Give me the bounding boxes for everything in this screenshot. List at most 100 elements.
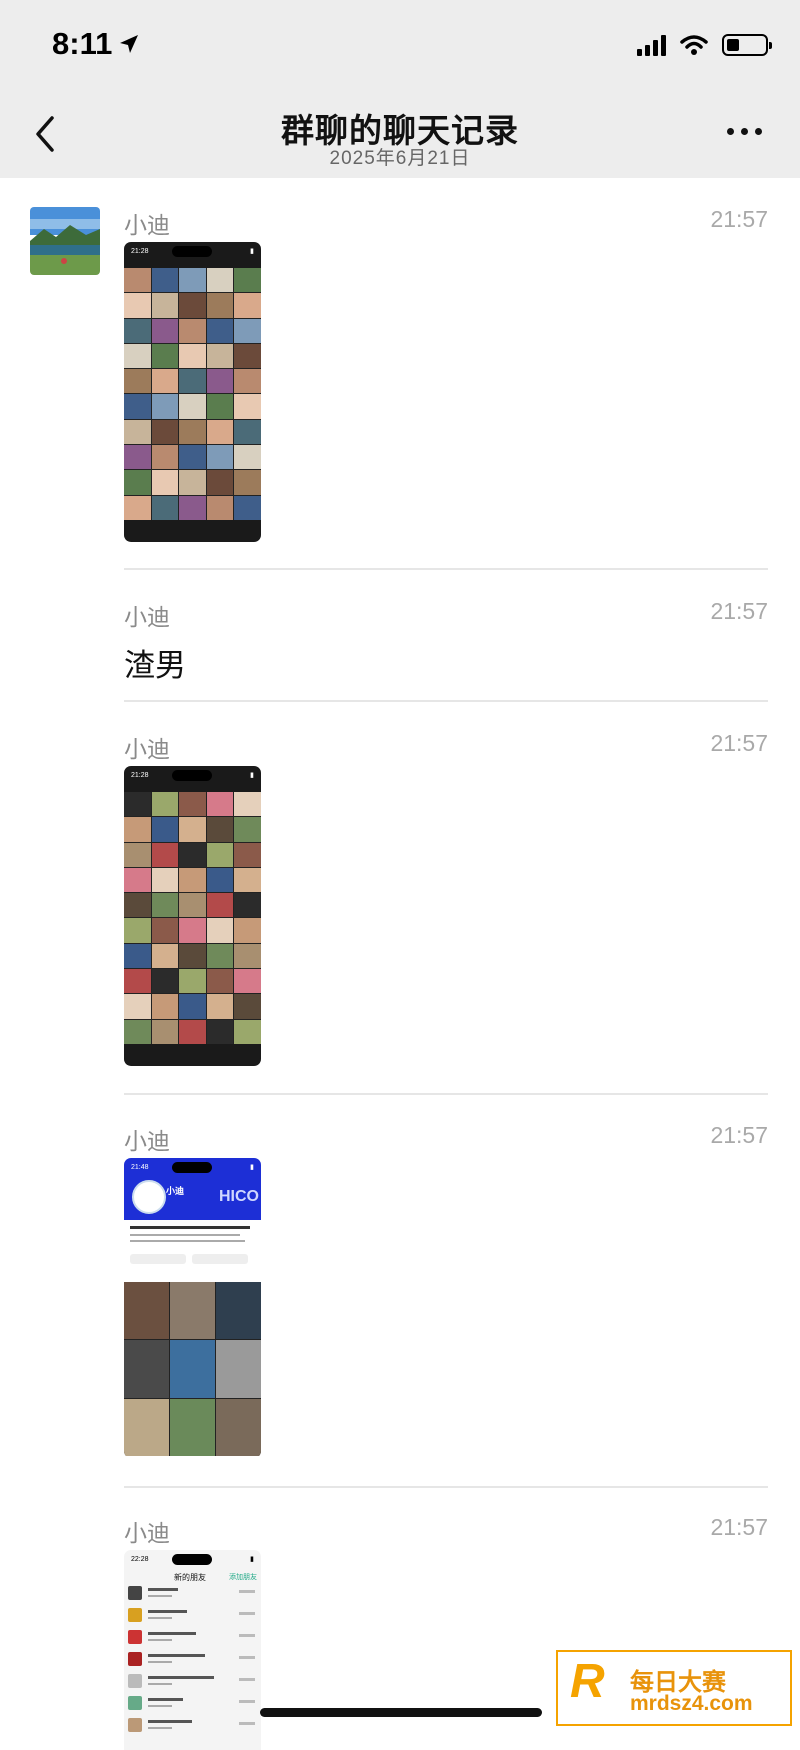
friend-status (239, 1700, 255, 1703)
status-time: 8:11 (52, 26, 140, 62)
message-time: 21:57 (710, 1514, 768, 1540)
photo-tile (179, 318, 206, 343)
more-options-button[interactable] (727, 128, 762, 135)
photo-tile (124, 918, 151, 943)
avatar[interactable] (30, 207, 100, 275)
photo-tile (206, 445, 234, 470)
friend-row (128, 1652, 257, 1670)
photo-tile (234, 1019, 261, 1044)
photo-tile (179, 969, 206, 994)
photo-tile (124, 419, 151, 445)
sender-name: 小迪 (124, 1128, 170, 1154)
photo-tile (151, 842, 179, 867)
divider (124, 568, 768, 570)
photo-tile (234, 943, 261, 969)
friend-row (128, 1630, 257, 1648)
photo-tile (206, 867, 234, 893)
photo-tile (124, 495, 151, 520)
photo-tile (206, 842, 234, 867)
watermark-url: mrdsz4.com (630, 1692, 753, 1715)
photo-tile (124, 470, 151, 495)
photo-tile (124, 1340, 169, 1398)
friend-status (239, 1678, 255, 1681)
photo-tile (234, 318, 261, 343)
photo-tile (151, 369, 179, 394)
thumb-time: 21:48 (131, 1163, 149, 1171)
thumb-time: 22:28 (131, 1555, 149, 1563)
photo-tile (179, 867, 206, 893)
photo-tile (206, 1019, 234, 1044)
photo-tile (124, 817, 151, 842)
photo-tile (151, 867, 179, 893)
friend-row (128, 1674, 257, 1692)
photo-tile (179, 394, 206, 419)
photo-tile (206, 318, 234, 343)
photo-tile (206, 470, 234, 495)
message-time: 21:57 (710, 1122, 768, 1148)
image-thumbnail[interactable]: 22:28 ▮ 新的朋友 添加朋友 (124, 1550, 261, 1750)
watermark-logo: R (570, 1655, 605, 1708)
profile-avatar (132, 1180, 166, 1214)
photo-tile (216, 1398, 261, 1456)
photo-tile (234, 343, 261, 369)
photo-tile (179, 495, 206, 520)
photo-tile (151, 792, 179, 817)
home-indicator (260, 1708, 542, 1717)
photo-tile (170, 1340, 215, 1398)
photo-tile (206, 343, 234, 369)
message-time: 21:57 (710, 598, 768, 624)
friend-status (239, 1634, 255, 1637)
photo-tile (151, 969, 179, 994)
photo-tile (124, 318, 151, 343)
friend-status (239, 1590, 255, 1593)
photo-tile (234, 969, 261, 994)
photo-tile (124, 867, 151, 893)
friend-avatar (128, 1652, 142, 1666)
photo-tile (124, 893, 151, 918)
photo-tile (124, 369, 151, 394)
photo-tile (179, 445, 206, 470)
photo-tile (151, 893, 179, 918)
photo-tile (151, 994, 179, 1019)
photo-tile (234, 394, 261, 419)
friend-line (148, 1676, 214, 1679)
photo-tile (124, 792, 151, 817)
photo-tile (234, 994, 261, 1019)
photo-tile (124, 1398, 169, 1456)
friend-line (148, 1654, 205, 1657)
photo-tile (234, 495, 261, 520)
friend-line (148, 1698, 183, 1701)
profile-banner-text: HICO (219, 1188, 259, 1205)
friend-avatar (128, 1696, 142, 1710)
photo-tile (151, 419, 179, 445)
battery-icon (722, 34, 772, 56)
image-thumbnail[interactable]: 21:28 ▮ (124, 766, 261, 1066)
sender-name: 小迪 (124, 604, 170, 630)
photo-tile (234, 918, 261, 943)
divider (124, 1486, 768, 1488)
photo-tile (216, 1340, 261, 1398)
friend-line (148, 1661, 172, 1663)
image-thumbnail[interactable]: 21:28 ▮ (124, 242, 261, 542)
photo-tile (234, 842, 261, 867)
photo-tile (179, 343, 206, 369)
photo-tile (206, 495, 234, 520)
photo-tile (179, 792, 206, 817)
photo-tile (124, 1019, 151, 1044)
image-thumbnail[interactable]: 21:48 ▮ 小迪 HICO (124, 1158, 261, 1458)
friend-line (148, 1617, 172, 1619)
photo-tile (179, 1019, 206, 1044)
photo-tile (206, 792, 234, 817)
photo-tile (179, 943, 206, 969)
thumb-title: 新的朋友 (174, 1573, 206, 1582)
friend-status (239, 1612, 255, 1615)
photo-tile (206, 893, 234, 918)
photo-tile (179, 419, 206, 445)
photo-grid (124, 268, 261, 520)
photo-tile (234, 293, 261, 318)
photo-tile (234, 470, 261, 495)
photo-tile (206, 394, 234, 419)
photo-tile (124, 343, 151, 369)
photo-tile (216, 1282, 261, 1340)
photo-tile (151, 394, 179, 419)
